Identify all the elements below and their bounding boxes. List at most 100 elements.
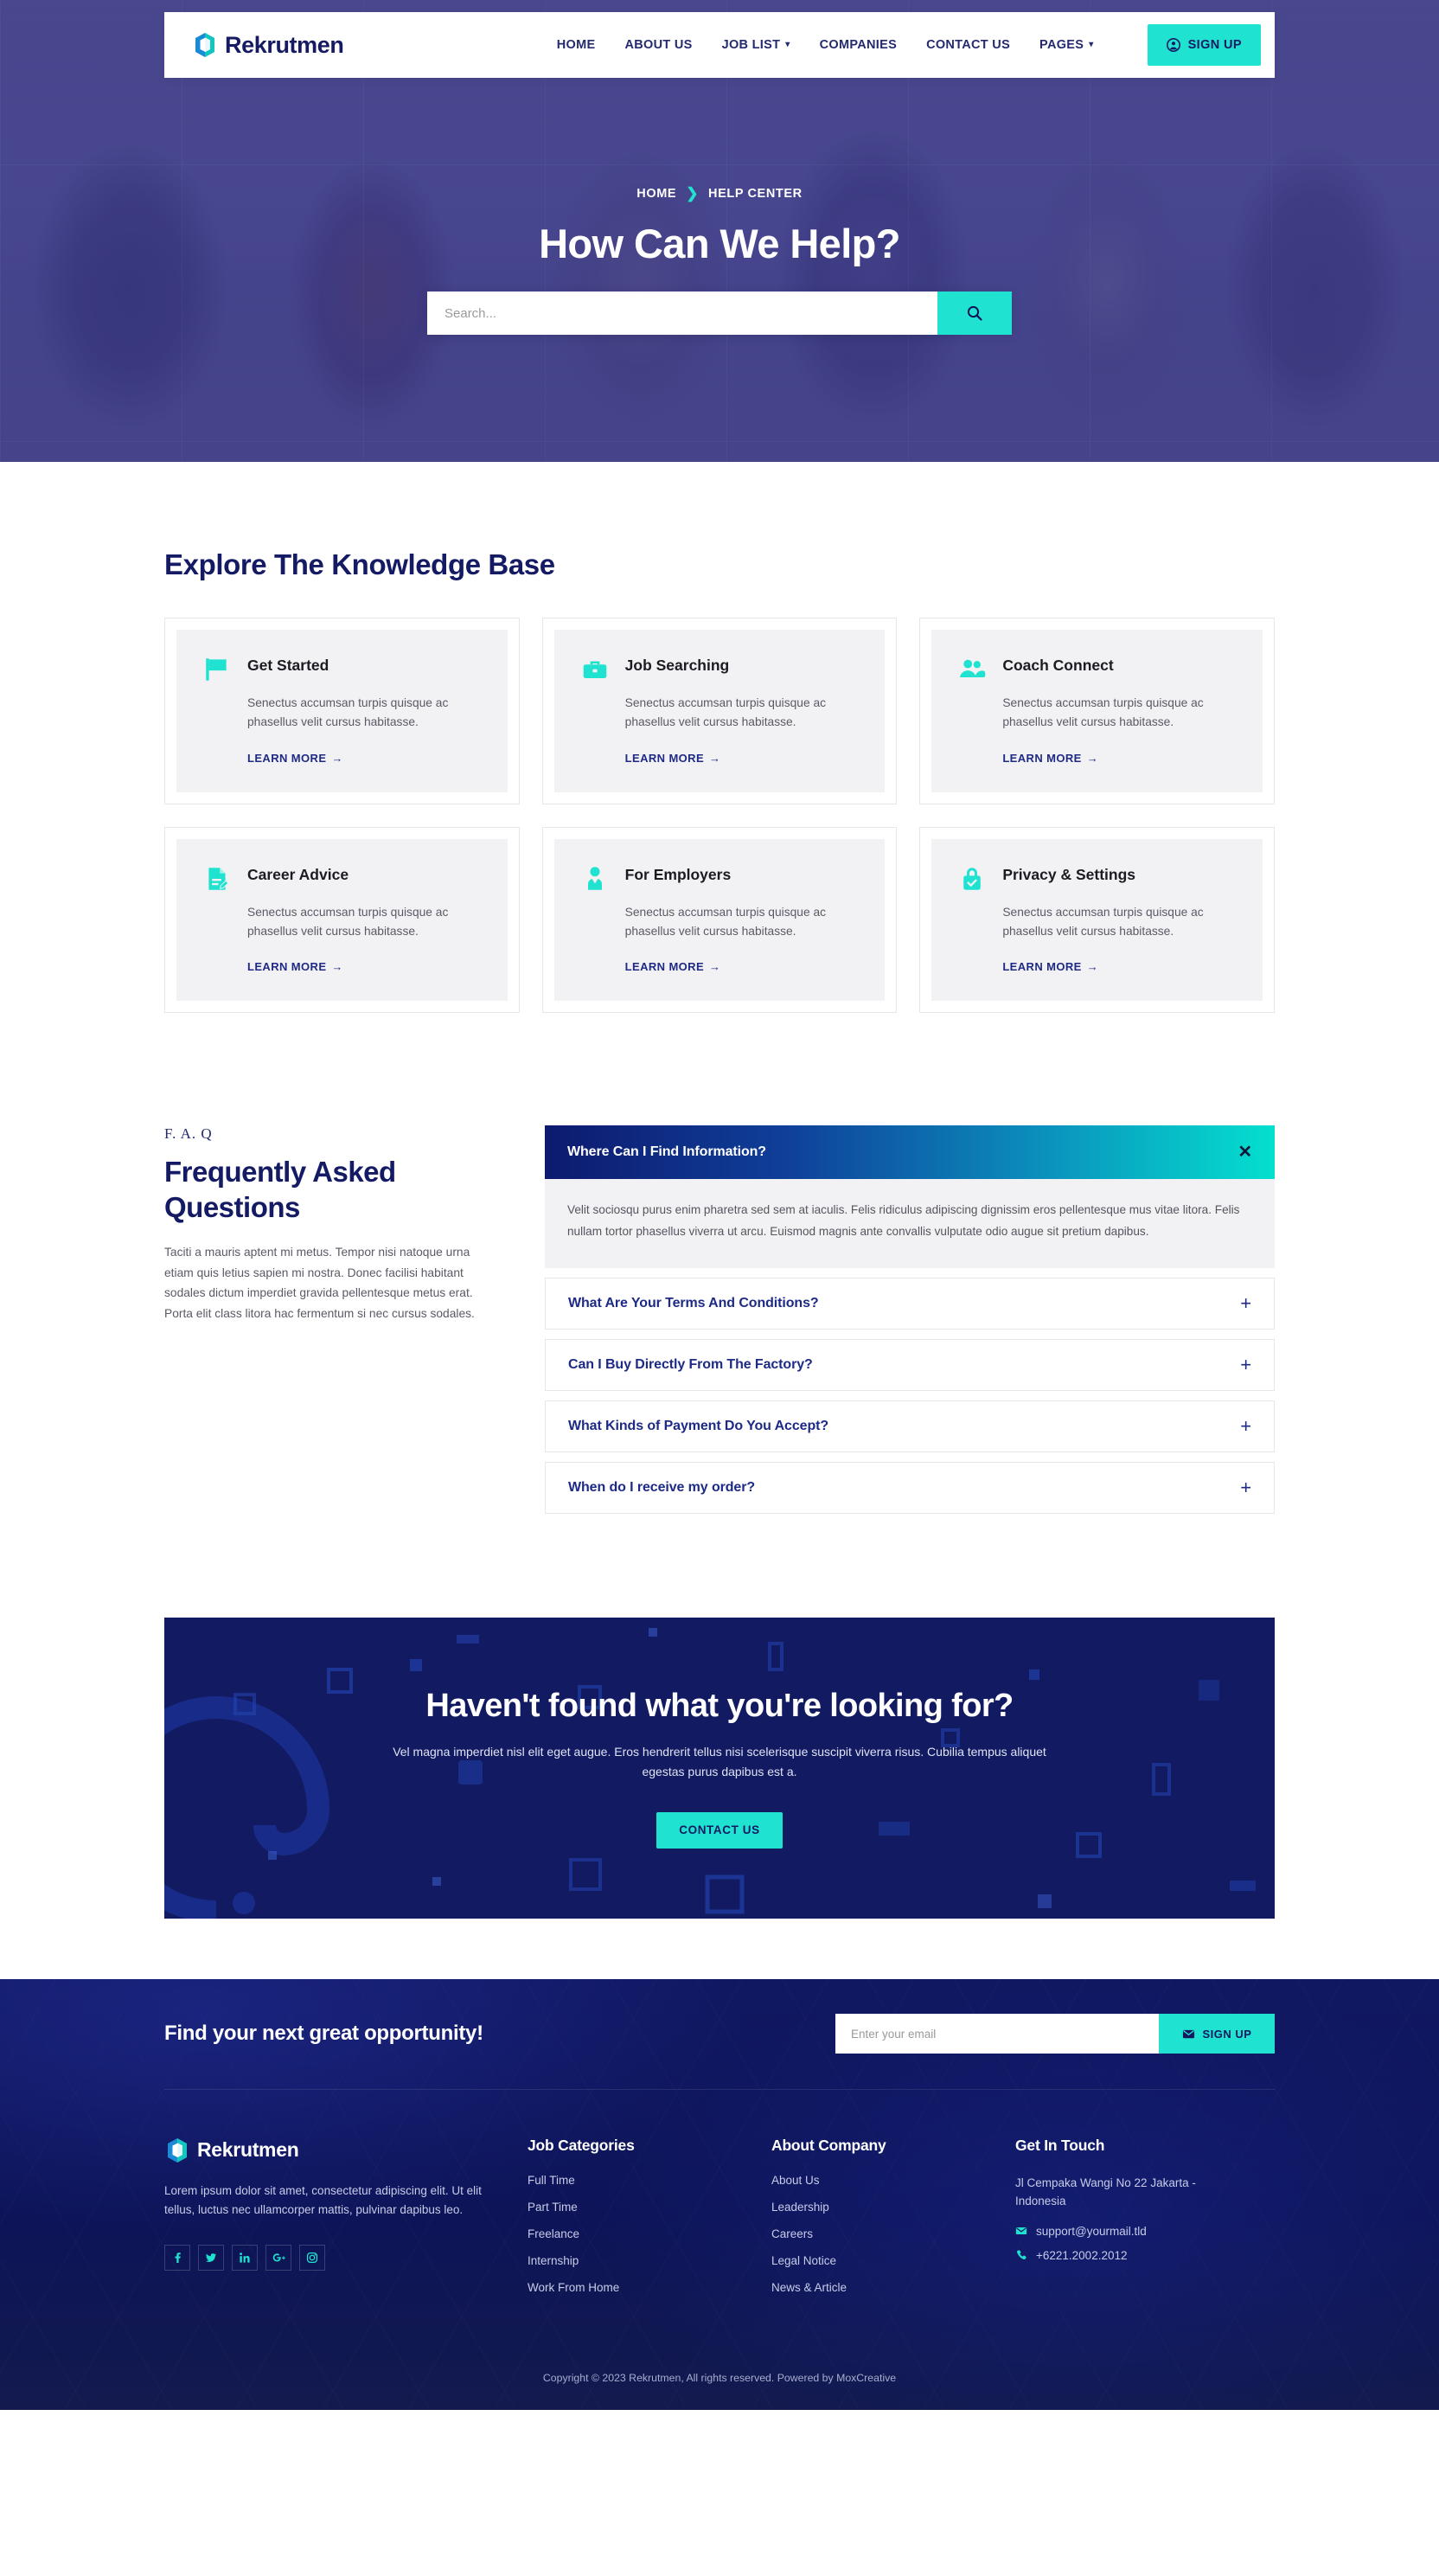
kb-card-coach-connect[interactable]: Coach Connect Senectus accumsan turpis q…: [919, 618, 1275, 804]
kb-card-learn-more-label: LEARN MORE: [624, 960, 705, 974]
faq-item-question: Where Can I Find Information?: [567, 1144, 766, 1160]
kb-card-description: Senectus accumsan turpis quisque ac phas…: [624, 696, 827, 729]
kb-card-learn-more-link[interactable]: LEARN MORE →: [625, 752, 721, 765]
search-input[interactable]: [427, 292, 937, 335]
footer-link-careers[interactable]: Careers: [771, 2227, 1015, 2240]
faq-item-header[interactable]: What Are Your Terms And Conditions? +: [546, 1278, 1274, 1329]
linkedin-icon[interactable]: [232, 2244, 258, 2271]
facebook-icon[interactable]: [164, 2244, 190, 2271]
footer-link-freelance[interactable]: Freelance: [528, 2227, 771, 2240]
faq-item-header[interactable]: When do I receive my order? +: [546, 1463, 1274, 1513]
newsletter-bar: Find your next great opportunity! SIGN U…: [164, 1979, 1275, 2090]
footer-link-leadership[interactable]: Leadership: [771, 2201, 1015, 2214]
header-logo[interactable]: Rekrutmen: [192, 31, 344, 59]
kb-card-learn-more-label: LEARN MORE: [1002, 960, 1082, 974]
footer-email[interactable]: support@yourmail.tld: [1015, 2225, 1275, 2238]
newsletter-email-input[interactable]: [835, 2014, 1159, 2054]
footer-logo-text: Rekrutmen: [197, 2138, 299, 2162]
kb-card-learn-more-link[interactable]: LEARN MORE →: [247, 752, 343, 765]
nav-item-companies[interactable]: COMPANIES: [820, 38, 897, 52]
faq-item-where-can-i-find-information: Where Can I Find Information? ✕ Velit so…: [545, 1125, 1275, 1268]
nav-item-contact-us[interactable]: CONTACT US: [926, 38, 1010, 52]
kb-card-learn-more-link[interactable]: LEARN MORE →: [1002, 960, 1098, 973]
faq-item-when-receive-order: When do I receive my order? +: [545, 1461, 1275, 1514]
kb-card-for-employers[interactable]: For Employers Senectus accumsan turpis q…: [541, 826, 898, 1014]
instagram-icon[interactable]: [299, 2244, 325, 2271]
faq-item-kinds-of-payment: What Kinds of Payment Do You Accept? +: [545, 1400, 1275, 1452]
nav-item-home[interactable]: HOME: [557, 38, 596, 52]
faq-item-header[interactable]: What Kinds of Payment Do You Accept? +: [546, 1401, 1274, 1451]
plus-icon[interactable]: +: [1240, 1355, 1251, 1375]
phone-icon: [1015, 2249, 1027, 2261]
nav-item-job-list[interactable]: JOB LIST ▾: [722, 38, 790, 52]
kb-card-privacy-settings[interactable]: Privacy & Settings Senectus accumsan tur…: [919, 826, 1275, 1014]
breadcrumb: HOME ❯ HELP CENTER: [636, 185, 802, 202]
breadcrumb-home[interactable]: HOME: [636, 187, 676, 201]
page-title: How Can We Help?: [539, 221, 900, 266]
site-footer: Find your next great opportunity! SIGN U…: [0, 1978, 1439, 2410]
nav-item-job-list-label: JOB LIST: [721, 38, 781, 52]
faq-intro: F. A. Q Frequently Asked Questions Tacit…: [164, 1125, 493, 1513]
kb-card-title: Coach Connect: [1002, 657, 1114, 674]
kb-card-career-advice[interactable]: Career Advice Senectus accumsan turpis q…: [164, 826, 520, 1014]
nav-item-pages[interactable]: PAGES ▾: [1039, 38, 1094, 52]
kb-card-learn-more-link[interactable]: LEARN MORE →: [1002, 752, 1098, 765]
footer-link-full-time[interactable]: Full Time: [528, 2174, 771, 2187]
kb-card-learn-more-label: LEARN MORE: [247, 960, 327, 974]
header-signup-button[interactable]: SIGN UP: [1147, 24, 1261, 66]
footer-column-heading: Job Categories: [528, 2136, 635, 2154]
kb-card-job-searching[interactable]: Job Searching Senectus accumsan turpis q…: [541, 618, 898, 804]
faq-item-question: What Kinds of Payment Do You Accept?: [568, 1418, 829, 1433]
footer-phone[interactable]: +6221.2002.2012: [1015, 2249, 1275, 2262]
footer-logo[interactable]: Rekrutmen: [164, 2137, 528, 2164]
faq-item-header[interactable]: Where Can I Find Information? ✕: [545, 1125, 1275, 1180]
kb-card-get-started[interactable]: Get Started Senectus accumsan turpis qui…: [164, 618, 520, 804]
footer-column-about-company: About Company About Us Leadership Career…: [771, 2137, 1015, 2308]
twitter-icon[interactable]: [198, 2244, 224, 2271]
hero-section: Rekrutmen HOME ABOUT US JOB LIST ▾ COMPA…: [0, 0, 1439, 462]
social-links: [164, 2244, 528, 2271]
footer-link-news-article[interactable]: News & Article: [771, 2281, 1015, 2294]
arrow-right-icon: →: [1086, 751, 1099, 765]
lock-check-icon: [963, 867, 982, 890]
nav-item-about-us[interactable]: ABOUT US: [624, 38, 692, 52]
nav-item-about-us-label: ABOUT US: [624, 38, 693, 52]
footer-link-part-time[interactable]: Part Time: [528, 2201, 771, 2214]
kb-card-learn-more-link[interactable]: LEARN MORE →: [625, 960, 721, 973]
chevron-down-icon: ▾: [1089, 40, 1094, 49]
footer-address: Jl Cempaka Wangi No 22 Jakarta - Indones…: [1015, 2176, 1196, 2208]
arrow-right-icon: →: [709, 960, 721, 974]
kb-card-description: Senectus accumsan turpis quisque ac phas…: [624, 905, 827, 939]
footer-link-work-from-home[interactable]: Work From Home: [528, 2281, 771, 2294]
kb-card-title: Career Advice: [247, 865, 349, 883]
footer-email-text: support@yourmail.tld: [1036, 2224, 1147, 2238]
footer-column-heading: About Company: [771, 2136, 886, 2154]
search-button[interactable]: [937, 292, 1012, 335]
footer-link-about-us[interactable]: About Us: [771, 2174, 1015, 2187]
newsletter-signup-button[interactable]: SIGN UP: [1159, 2014, 1275, 2054]
faq-item-header[interactable]: Can I Buy Directly From The Factory? +: [546, 1340, 1274, 1390]
footer-brand-column: Rekrutmen Lorem ipsum dolor sit amet, co…: [164, 2137, 528, 2308]
arrow-right-icon: →: [331, 751, 343, 765]
footer-link-internship[interactable]: Internship: [528, 2254, 771, 2267]
google-plus-icon[interactable]: [265, 2244, 291, 2271]
plus-icon[interactable]: +: [1240, 1416, 1251, 1436]
plus-icon[interactable]: +: [1240, 1293, 1251, 1313]
rekrutmen-logo-icon: [195, 33, 214, 57]
close-icon[interactable]: ✕: [1238, 1144, 1252, 1161]
plus-icon[interactable]: +: [1240, 1477, 1251, 1497]
faq-accordion: Where Can I Find Information? ✕ Velit so…: [545, 1125, 1275, 1514]
rekrutmen-logo-icon: [168, 2137, 187, 2163]
user-tie-icon: [587, 866, 602, 890]
faq-heading: Frequently Asked Questions: [164, 1156, 396, 1223]
kb-card-description: Senectus accumsan turpis quisque ac phas…: [247, 696, 449, 729]
nav-item-companies-label: COMPANIES: [819, 38, 898, 52]
document-pen-icon: [208, 867, 229, 890]
kb-card-description: Senectus accumsan turpis quisque ac phas…: [247, 905, 449, 939]
footer-column-job-categories: Job Categories Full Time Part Time Freel…: [528, 2137, 771, 2308]
kb-card-title: Privacy & Settings: [1002, 865, 1135, 883]
faq-kicker: F. A. Q: [164, 1125, 213, 1143]
footer-link-legal-notice[interactable]: Legal Notice: [771, 2254, 1015, 2267]
contact-us-button[interactable]: CONTACT US: [656, 1811, 783, 1849]
kb-card-learn-more-link[interactable]: LEARN MORE →: [247, 960, 343, 973]
